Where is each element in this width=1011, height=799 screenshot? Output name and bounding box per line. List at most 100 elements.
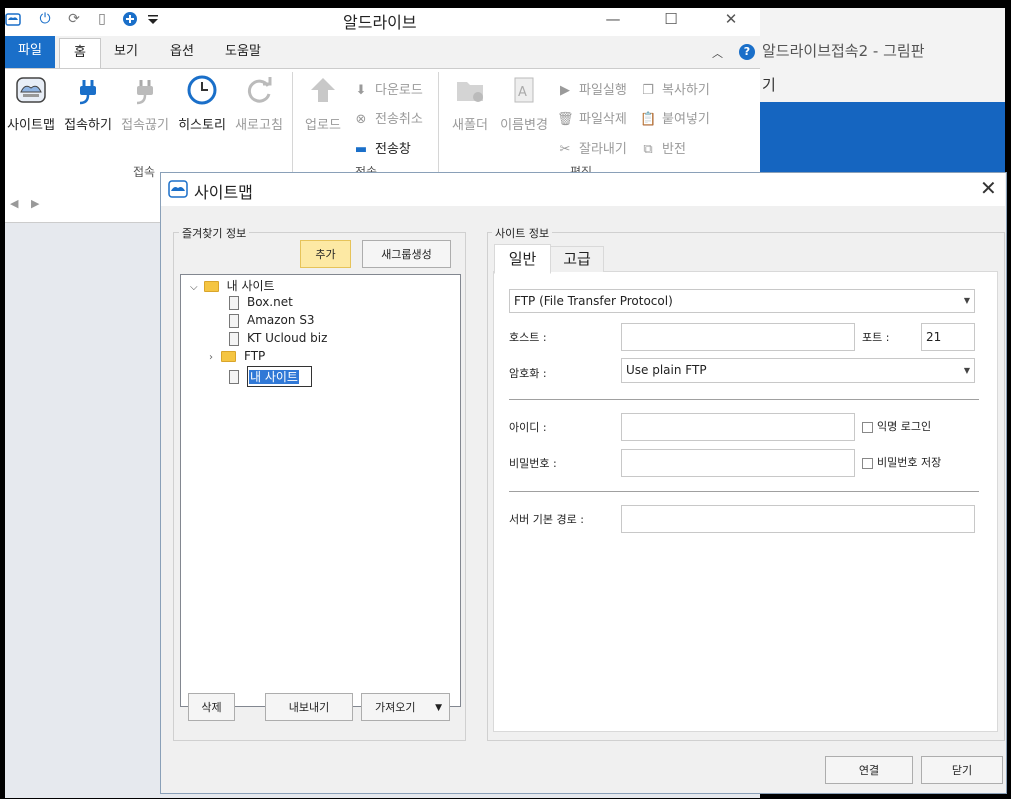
minimize-button[interactable]: — <box>590 8 636 32</box>
background-desktop <box>760 102 1005 173</box>
divider <box>509 491 979 492</box>
transfer-window-button[interactable]: ▬ 전송창 <box>353 138 411 157</box>
run-file-button[interactable]: ▶ 파일실행 <box>557 79 627 98</box>
tab-general[interactable]: 일반 <box>494 244 551 274</box>
copy-icon: ❐ <box>642 83 654 98</box>
tree-item-editing[interactable]: 내 사이트 <box>229 366 312 387</box>
cancel-transfer-button[interactable]: ⊗ 전송취소 <box>353 108 423 127</box>
folder-icon <box>203 281 219 292</box>
tree-item[interactable]: Box.net <box>229 295 293 310</box>
history-label: 히스토리 <box>178 118 226 133</box>
svg-text:A: A <box>518 85 527 100</box>
chevron-down-icon: ▼ <box>435 703 442 713</box>
id-label: 아이디 : <box>509 421 547 434</box>
tree-folder-ftp[interactable]: › FTP <box>209 349 265 363</box>
document-icon <box>229 331 239 346</box>
document-icon[interactable]: ▯ <box>94 11 110 27</box>
plug-icon[interactable]: ⏻ <box>37 11 53 27</box>
tab-view[interactable]: 보기 <box>106 38 146 68</box>
app-title: 알드라이브 <box>343 13 417 32</box>
anonymous-login-checkbox[interactable]: 익명 로그인 <box>862 418 931 434</box>
close-dialog-button[interactable]: 닫기 <box>921 756 1003 784</box>
import-button-label: 가져오기 <box>375 701 416 714</box>
new-group-button[interactable]: 새그룹생성 <box>362 240 451 268</box>
connect-button[interactable]: 접속하기 <box>61 74 115 133</box>
anonymous-login-label: 익명 로그인 <box>877 420 932 433</box>
rename-label: 이름변경 <box>500 118 548 133</box>
plus-circle-icon[interactable] <box>122 11 138 27</box>
collapse-ribbon-icon[interactable]: ︿ <box>712 45 723 61</box>
document-icon <box>229 295 239 310</box>
tree-root[interactable]: ⌵ 내 사이트 <box>190 277 275 294</box>
app-logo-icon[interactable] <box>5 11 21 27</box>
host-input[interactable] <box>621 323 855 351</box>
plug-icon <box>71 74 105 108</box>
rename-icon: A <box>507 74 541 108</box>
paste-label: 붙여넣기 <box>662 112 710 127</box>
scissors-icon: ✂ <box>559 142 571 157</box>
rename-button[interactable]: A 이름변경 <box>497 74 551 133</box>
add-button[interactable]: 추가 <box>300 240 351 268</box>
clock-icon <box>185 74 219 108</box>
copy-label: 복사하기 <box>662 83 710 98</box>
invert-selection-button[interactable]: ⧉ 반전 <box>640 138 686 157</box>
tab-help[interactable]: 도움말 <box>218 38 268 68</box>
encryption-select[interactable]: Use plain FTP ▼ <box>621 358 975 383</box>
back-arrow-icon[interactable]: ◀ <box>10 197 18 210</box>
upload-label: 업로드 <box>305 118 341 133</box>
cut-button[interactable]: ✂ 잘라내기 <box>557 138 627 157</box>
dropdown-icon[interactable] <box>145 11 161 27</box>
encryption-label: 암호화 : <box>509 367 547 380</box>
help-icon[interactable]: ? <box>739 44 755 60</box>
id-input[interactable] <box>621 413 855 441</box>
chevron-right-icon[interactable]: › <box>209 352 213 363</box>
site-info-legend: 사이트 정보 <box>492 225 553 241</box>
tree-folder-label: FTP <box>244 349 266 363</box>
disconnect-button[interactable]: 접속끊기 <box>118 74 172 133</box>
delete-file-button[interactable]: 🗑 파일삭제 <box>557 108 627 127</box>
tree-item[interactable]: KT Ucloud biz <box>229 331 327 346</box>
sitemap-icon <box>168 179 188 202</box>
tab-home[interactable]: 홈 <box>59 38 101 69</box>
refresh-icon[interactable]: ⟳ <box>66 11 82 27</box>
host-label: 호스트 : <box>509 331 547 344</box>
dialog-close-icon[interactable]: ✕ <box>980 176 997 200</box>
download-button[interactable]: ⬇ 다운로드 <box>353 79 423 98</box>
server-path-input[interactable] <box>621 505 975 533</box>
port-input[interactable]: 21 <box>921 323 975 351</box>
tab-options[interactable]: 옵션 <box>160 38 204 68</box>
maximize-button[interactable]: ☐ <box>648 8 694 32</box>
save-password-checkbox[interactable]: 비밀번호 저장 <box>862 454 941 470</box>
export-button[interactable]: 내보내기 <box>265 693 353 721</box>
new-folder-button[interactable]: 새폴더 <box>447 74 493 133</box>
forward-arrow-icon[interactable]: ▶ <box>31 197 39 210</box>
dropdown-arrow-icon: ▼ <box>963 296 970 305</box>
refresh-button[interactable]: 새로고침 <box>232 74 286 133</box>
close-button[interactable]: ✕ <box>708 8 754 32</box>
paste-icon: 📋 <box>640 112 657 127</box>
sitemap-button[interactable]: 사이트맵 <box>5 74 57 133</box>
save-password-label: 비밀번호 저장 <box>877 456 942 469</box>
tab-advanced[interactable]: 고급 <box>550 246 604 272</box>
invert-icon: ⧉ <box>643 142 653 157</box>
rename-textbox[interactable]: 내 사이트 <box>247 366 312 387</box>
copy-button[interactable]: ❐ 복사하기 <box>640 79 710 98</box>
server-path-label: 서버 기본 경로 : <box>509 513 584 526</box>
dialog-title: 사이트맵 <box>194 183 253 202</box>
ribbon-separator <box>292 72 293 182</box>
tree-item[interactable]: Amazon S3 <box>229 313 315 328</box>
cancel-icon: ⊗ <box>355 112 367 127</box>
upload-button[interactable]: 업로드 <box>300 74 346 133</box>
tab-file[interactable]: 파일 <box>5 36 55 68</box>
password-input[interactable] <box>621 449 855 477</box>
import-button[interactable]: 가져오기 ▼ <box>361 693 450 721</box>
chevron-down-icon[interactable]: ⌵ <box>190 282 198 293</box>
protocol-select[interactable]: FTP (File Transfer Protocol) ▼ <box>509 289 975 313</box>
paste-button[interactable]: 📋 붙여넣기 <box>640 108 710 127</box>
delete-button[interactable]: 삭제 <box>188 693 235 721</box>
history-button[interactable]: 히스토리 <box>176 74 228 133</box>
connect-button[interactable]: 연결 <box>825 756 913 784</box>
run-icon: ▶ <box>560 83 570 98</box>
document-icon <box>229 369 239 384</box>
new-folder-label: 새폴더 <box>452 118 488 133</box>
